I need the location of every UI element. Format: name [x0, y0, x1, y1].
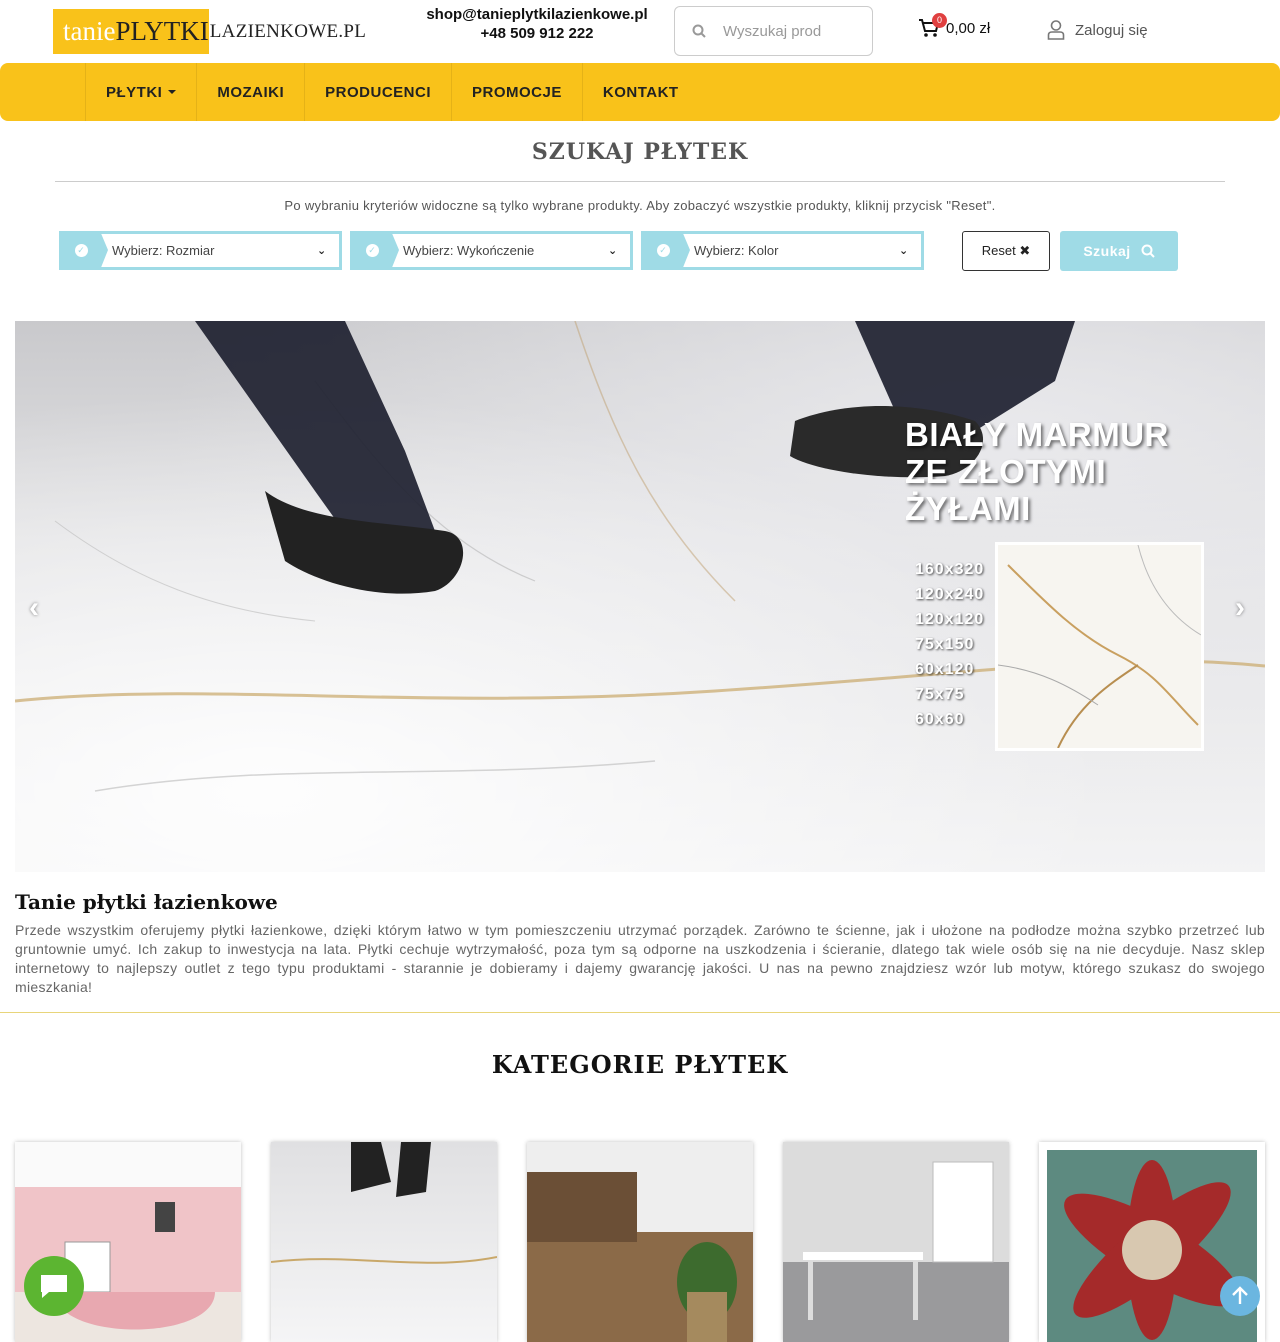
search-section-title: SZUKAJ PŁYTEK	[531, 139, 749, 165]
logo-plytki: PLYTKI	[115, 16, 209, 46]
login-label: Zaloguj się	[1075, 21, 1148, 39]
category-card[interactable]	[271, 1142, 497, 1342]
hero-title: BIAŁY MARMUR ZE ZŁOTYMI ŻYŁAMI	[905, 416, 1169, 527]
main-nav: PŁYTKI MOZAIKI PRODUCENCI PROMOCJE KONTA…	[0, 63, 1280, 121]
logo-domain: LAZIENKOWE.PL	[209, 20, 367, 42]
cart-button[interactable]: 0 0,00 zł	[918, 13, 991, 38]
nav-label: PROMOCJE	[472, 83, 562, 101]
nav-label: MOZAIKI	[217, 83, 285, 101]
nav-label: PŁYTKI	[106, 83, 163, 101]
chat-button[interactable]	[24, 1256, 84, 1316]
nav-item-kontakt[interactable]: KONTAKT	[581, 63, 699, 121]
check-icon: ✓	[62, 231, 108, 270]
hero-size-list: 160x320 120x240 120x120 75x150 60x120 75…	[915, 561, 984, 736]
login-link[interactable]: Zaloguj się	[1047, 20, 1148, 40]
filter-label: Wybierz: Wykończenie	[403, 243, 535, 258]
filter-color-select[interactable]: ✓ Wybierz: Kolor ⌄	[641, 231, 924, 270]
nav-label: PRODUCENCI	[325, 83, 432, 101]
hero-size: 60x60	[915, 711, 965, 728]
check-icon: ✓	[353, 231, 399, 270]
divider	[55, 181, 1225, 182]
slider-next-button[interactable]: ›	[1235, 591, 1245, 625]
nav-label: KONTAKT	[602, 83, 679, 101]
hero-size: 75x75	[915, 686, 965, 703]
site-header: tanie PLYTKI LAZIENKOWE.PL shop@tanieplyt…	[0, 0, 1280, 62]
caret-down-icon	[168, 90, 177, 94]
site-logo[interactable]: tanie PLYTKI LAZIENKOWE.PL	[53, 9, 366, 54]
nav-item-mozaiki[interactable]: MOZAIKI	[196, 63, 304, 121]
contact-info: shop@tanieplytkilazienkowe.pl +48 509 91…	[412, 5, 662, 43]
arrow-up-icon	[1232, 1286, 1248, 1304]
search-button[interactable]: Szukaj	[1060, 231, 1178, 271]
chevron-down-icon: ⌄	[608, 245, 618, 257]
hero-size: 60x120	[915, 661, 975, 678]
search-box	[674, 6, 873, 56]
categories-title: KATEGORIE PŁYTEK	[491, 1050, 789, 1079]
nav-item-producenci[interactable]: PRODUCENCI	[304, 63, 451, 121]
user-icon	[1047, 20, 1065, 40]
search-input[interactable]	[723, 22, 863, 40]
filter-label: Wybierz: Kolor	[694, 243, 779, 258]
cart-amount: 0,00 zł	[946, 19, 991, 37]
hero-title-line: ŻYŁAMI	[905, 490, 1031, 527]
slider-prev-button[interactable]: ‹	[29, 591, 39, 625]
chevron-down-icon: ⌄	[317, 245, 327, 257]
hero-slider: ‹ › BIAŁY MARMUR ZE ZŁOTYMI ŻYŁAMI 160x3…	[15, 321, 1265, 872]
logo-tanie: tanie	[63, 16, 116, 46]
intro-text: Przede wszystkim oferujemy płytki łazien…	[15, 922, 1265, 995]
category-card[interactable]	[783, 1142, 1009, 1342]
category-card[interactable]	[527, 1142, 753, 1342]
logo-highlight: tanie PLYTKI	[53, 9, 209, 54]
contact-email[interactable]: shop@tanieplytkilazienkowe.pl	[412, 5, 662, 24]
nav-item-promocje[interactable]: PROMOCJE	[451, 63, 582, 121]
filter-size-select[interactable]: ✓ Wybierz: Rozmiar ⌄	[59, 231, 342, 270]
hero-size: 75x150	[915, 636, 975, 653]
search-icon	[1141, 244, 1155, 258]
check-icon: ✓	[644, 231, 690, 270]
intro-title: Tanie płytki łazienkowe	[15, 890, 278, 914]
search-button-label: Szukaj	[1083, 243, 1131, 259]
reset-button[interactable]: Reset ✖	[962, 231, 1050, 271]
chevron-down-icon: ⌄	[899, 245, 909, 257]
cart-count-badge: 0	[932, 13, 947, 28]
contact-phone[interactable]: +48 509 912 222	[412, 24, 662, 43]
divider	[0, 1012, 1280, 1013]
hero-title-line: BIAŁY MARMUR	[905, 416, 1169, 453]
hero-size: 160x320	[915, 561, 985, 578]
filter-finish-select[interactable]: ✓ Wybierz: Wykończenie ⌄	[350, 231, 633, 270]
hero-size: 120x240	[915, 586, 985, 603]
chat-icon	[41, 1275, 67, 1298]
scroll-up-button[interactable]	[1220, 1276, 1260, 1316]
filter-note: Po wybraniu kryteriów widoczne są tylko …	[284, 198, 996, 213]
hero-title-line: ZE ZŁOTYMI	[905, 453, 1107, 490]
tile-swatch-image	[995, 542, 1204, 751]
search-icon[interactable]	[675, 24, 723, 38]
nav-item-plytki[interactable]: PŁYTKI	[85, 63, 196, 121]
hero-size: 120x120	[915, 611, 985, 628]
filter-label: Wybierz: Rozmiar	[112, 243, 215, 258]
